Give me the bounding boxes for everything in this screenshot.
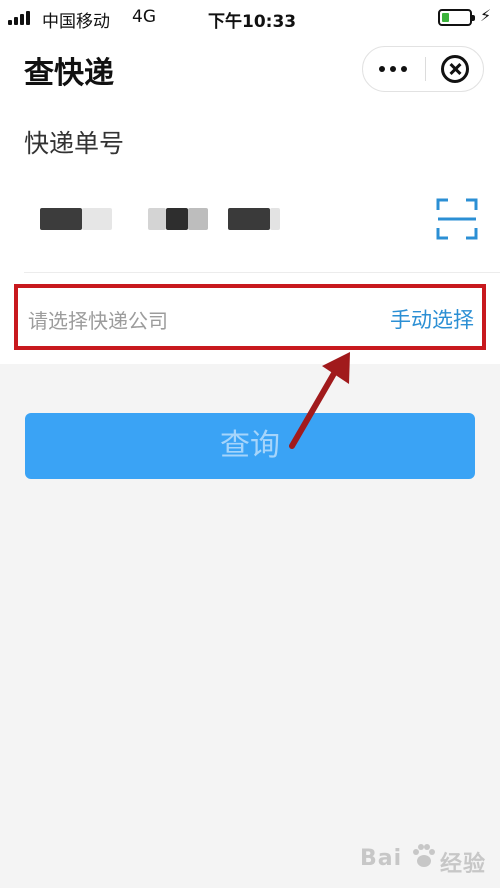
status-bar: 中国移动 4G 下午10:33 ⚡ [0,0,500,36]
close-circle-icon [441,55,469,83]
scan-icon[interactable] [436,198,478,240]
tracking-number-label: 快递单号 [24,129,125,158]
form-card: 快递单号 请选择快递公司 手动选择 [0,100,500,364]
battery-icon [438,9,475,26]
carrier-name: 中国移动 [42,12,110,32]
courier-company-placeholder: 请选择快递公司 [28,309,168,333]
paw-icon [413,844,435,867]
watermark-text-left: Bai [360,846,403,871]
courier-company-selector[interactable]: 请选择快递公司 手动选择 [14,284,486,350]
redacted-text [40,208,82,230]
page-title: 查快递 [24,56,114,91]
search-button[interactable]: 查询 [25,413,475,479]
charging-icon: ⚡ [480,6,492,25]
network-type: 4G [132,7,156,27]
tracking-number-input[interactable] [0,186,500,254]
more-button[interactable] [363,47,423,91]
mini-program-capsule [362,46,484,92]
baidu-watermark: Bai 经验 [360,834,490,880]
divider [24,272,500,273]
watermark-text-right: 经验 [440,852,487,877]
more-dots-icon [379,66,385,72]
capsule-divider [425,57,426,81]
signal-strength-icon [8,11,38,25]
manual-select-link[interactable]: 手动选择 [390,304,474,334]
close-button[interactable] [427,47,483,91]
nav-header: 查快递 [0,36,500,100]
status-time: 下午10:33 [208,12,297,32]
